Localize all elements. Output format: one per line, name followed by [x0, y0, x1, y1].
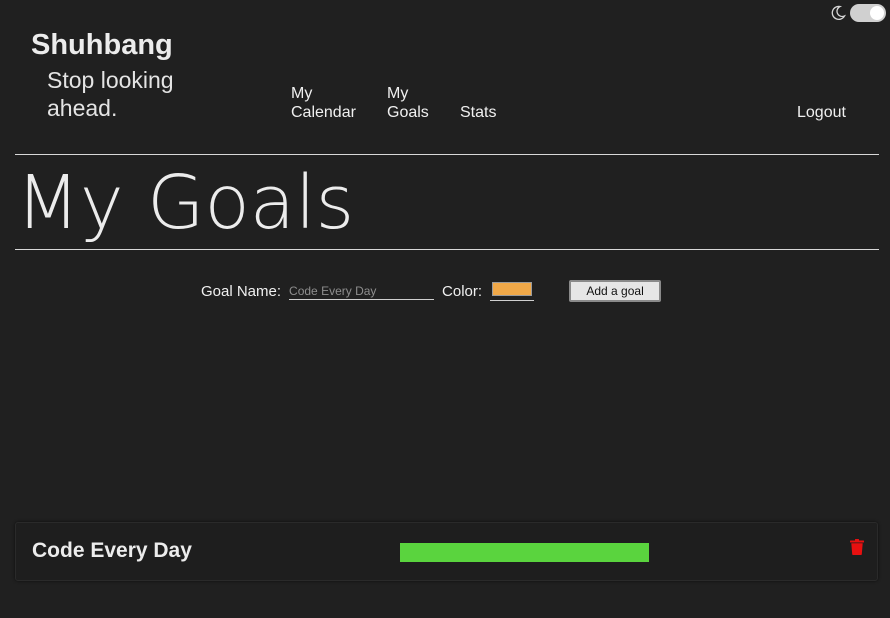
add-goal-form: Goal Name: Color: Add a goal — [201, 280, 662, 302]
goals-page: Shuhbang Stop looking ahead. My Calendar… — [0, 0, 890, 618]
brand-name: Shuhbang — [31, 29, 173, 61]
trash-icon[interactable] — [850, 539, 864, 555]
divider-top — [15, 154, 879, 155]
nav-my-calendar[interactable]: My Calendar — [291, 84, 363, 122]
nav-stats[interactable]: Stats — [460, 103, 496, 122]
brand-tagline: Stop looking ahead. — [47, 67, 174, 121]
nav-logout[interactable]: Logout — [797, 103, 846, 122]
nav-my-goals[interactable]: My Goals — [387, 84, 437, 122]
theme-switch-knob — [870, 6, 884, 20]
moon-icon — [831, 5, 846, 20]
goal-name-input[interactable] — [289, 282, 435, 300]
add-goal-button[interactable]: Add a goal — [569, 280, 662, 302]
goal-name-label: Goal Name: — [201, 282, 282, 300]
divider-bottom — [15, 249, 879, 250]
goal-name: Code Every Day — [32, 539, 192, 562]
goal-progress-bar — [400, 543, 649, 562]
page-title: My Goals — [16, 160, 355, 246]
theme-switch[interactable] — [850, 4, 886, 22]
goal-card: Code Every Day — [15, 522, 878, 581]
color-label: Color: — [442, 282, 483, 300]
goal-progress-fill — [400, 543, 649, 562]
theme-toggle[interactable] — [830, 4, 886, 22]
color-picker[interactable] — [490, 281, 535, 301]
color-swatch[interactable] — [492, 282, 533, 296]
